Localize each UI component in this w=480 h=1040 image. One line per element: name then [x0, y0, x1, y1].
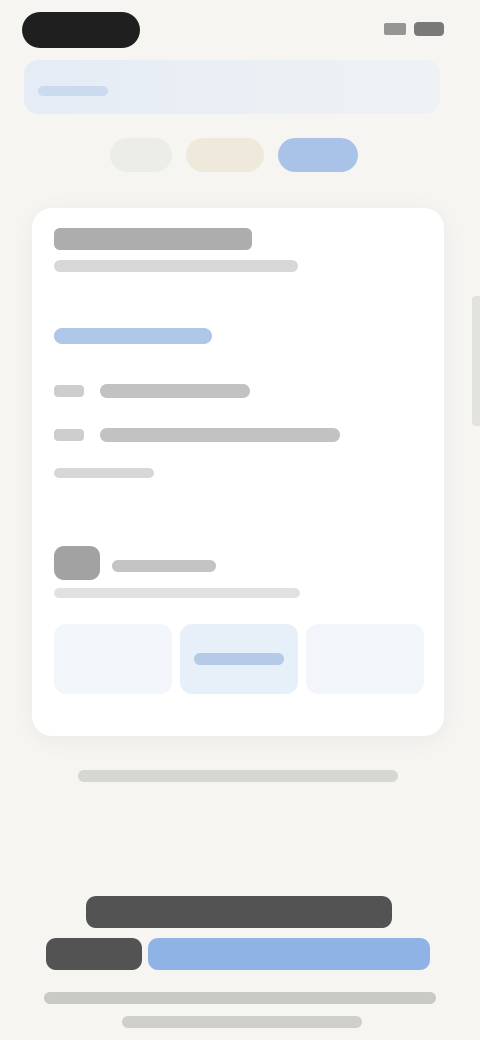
action-button-2[interactable] [180, 624, 298, 694]
list-item-label [100, 428, 340, 442]
list-item[interactable] [54, 428, 340, 442]
hero-heading-line-2 [46, 938, 142, 970]
avatar [54, 546, 100, 580]
action-button-1[interactable] [54, 624, 172, 694]
battery-icon [414, 22, 444, 36]
card-link[interactable] [54, 328, 212, 344]
content-card [32, 208, 444, 736]
action-button-2-label [194, 653, 284, 665]
scroll-handle[interactable] [472, 296, 480, 426]
action-buttons [54, 624, 424, 694]
segment-tabs [110, 138, 358, 172]
action-button-3[interactable] [306, 624, 424, 694]
tab-3-selected[interactable] [278, 138, 358, 172]
card-subtitle [54, 260, 298, 272]
list-item[interactable] [54, 384, 250, 398]
card-title [54, 228, 252, 250]
status-time-pill [22, 12, 140, 48]
signal-icon [384, 23, 406, 35]
profile-name [112, 560, 216, 572]
list-item-icon [54, 429, 84, 441]
hero-heading-highlight [148, 938, 430, 970]
tab-1[interactable] [110, 138, 172, 172]
status-bar [0, 0, 480, 64]
tab-2[interactable] [186, 138, 264, 172]
address-bar-accent [38, 86, 108, 96]
address-bar[interactable] [24, 60, 440, 114]
list-item-icon [54, 385, 84, 397]
hero-subtext [44, 992, 436, 1004]
card-caption [78, 770, 398, 782]
profile-meta [54, 588, 300, 598]
hero-subtext-line-2 [122, 1016, 362, 1028]
list-item-label [100, 384, 250, 398]
hero-heading-line-1 [86, 896, 392, 928]
status-icons [384, 22, 444, 36]
card-note [54, 468, 154, 478]
